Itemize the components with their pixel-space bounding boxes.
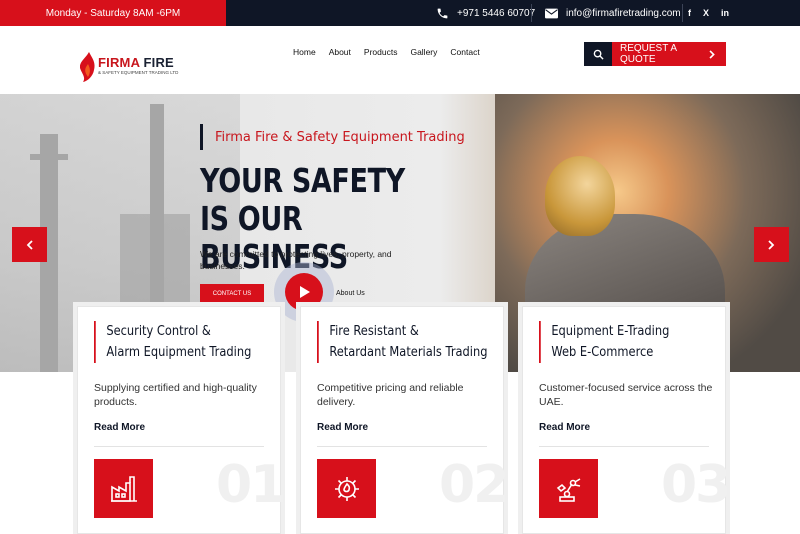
hard-hat-image xyxy=(545,156,615,236)
hero-chimney xyxy=(30,154,68,160)
read-more-link[interactable]: Read More xyxy=(539,422,590,433)
hero-title-line-1: YOUR SAFETY IS OUR xyxy=(200,161,405,238)
about-us-video-link[interactable]: About Us xyxy=(336,290,365,297)
nav-products[interactable]: Products xyxy=(364,47,398,57)
service-card-text: Customer-focused service across the UAE. xyxy=(539,382,713,408)
service-number: 02 xyxy=(439,455,509,515)
read-more-link[interactable]: Read More xyxy=(94,422,145,433)
service-card-title-line: Equipment E-Trading xyxy=(551,324,670,339)
divider xyxy=(531,4,532,22)
site-logo[interactable]: FIRMA FIRE & SAFETY EQUIPMENT TRADING LT… xyxy=(80,50,180,84)
opening-hours: Monday - Saturday 8AM -6PM xyxy=(0,0,226,26)
chevron-right-icon xyxy=(768,239,775,250)
phone-contact[interactable]: +971 5446 60707 xyxy=(436,0,535,26)
service-card-text: Supplying certified and high-quality pro… xyxy=(94,382,257,408)
contact-us-button[interactable]: CONTACT US xyxy=(200,284,264,303)
nav-home[interactable]: Home xyxy=(293,47,316,57)
factory-icon xyxy=(110,475,137,502)
service-card: Fire Resistant & Retardant Materials Tra… xyxy=(300,306,509,534)
facebook-icon[interactable]: f xyxy=(688,8,691,18)
read-more-link[interactable]: Read More xyxy=(317,422,368,433)
service-card-title: Fire Resistant & Retardant Materials Tra… xyxy=(317,321,487,363)
slider-prev-button[interactable] xyxy=(12,227,47,262)
service-number: 03 xyxy=(661,455,731,515)
service-card-title-line: Web E-Commerce xyxy=(551,345,654,360)
service-card-title-line: Security Control & xyxy=(106,324,211,339)
phone-icon xyxy=(437,8,448,18)
logo-text: FIRMA FIRE xyxy=(98,55,174,70)
header-actions: REQUEST A QUOTE xyxy=(584,42,726,66)
service-card-text: Competitive pricing and reliable deliver… xyxy=(317,382,464,408)
flame-logo-icon xyxy=(80,52,95,82)
divider xyxy=(94,446,264,447)
request-quote-label: REQUEST A QUOTE xyxy=(620,43,677,65)
email-contact[interactable]: info@firmafiretrading.com xyxy=(545,0,681,26)
nav-about[interactable]: About xyxy=(329,47,351,57)
service-icon-box xyxy=(317,459,376,518)
service-card-title: Equipment E-Trading Web E-Commerce xyxy=(539,321,697,363)
service-card-title-line: Alarm Equipment Trading xyxy=(106,345,252,360)
service-card: Security Control & Alarm Equipment Tradi… xyxy=(77,306,286,534)
request-quote-button[interactable]: REQUEST A QUOTE xyxy=(612,42,726,66)
phone-number: +971 5446 60707 xyxy=(457,7,536,19)
service-card-title: Security Control & Alarm Equipment Tradi… xyxy=(94,321,252,363)
social-links: f X in xyxy=(688,0,729,26)
service-card-title-line: Retardant Materials Trading xyxy=(329,345,488,360)
envelope-icon xyxy=(545,8,558,18)
service-card-title-line: Fire Resistant & xyxy=(329,324,419,339)
service-card: Equipment E-Trading Web E-Commerce Custo… xyxy=(522,306,731,534)
divider xyxy=(317,446,487,447)
play-icon xyxy=(299,286,310,298)
nav-gallery[interactable]: Gallery xyxy=(410,47,437,57)
search-button[interactable] xyxy=(584,42,612,66)
top-bar: Monday - Saturday 8AM -6PM +971 5446 607… xyxy=(0,0,800,26)
logo-text-red: FIRMA xyxy=(98,55,140,70)
chevron-right-icon xyxy=(709,49,716,59)
linkedin-icon[interactable]: in xyxy=(721,8,729,18)
site-header: FIRMA FIRE & SAFETY EQUIPMENT TRADING LT… xyxy=(0,26,800,94)
slider-next-button[interactable] xyxy=(754,227,789,262)
service-icon-box xyxy=(539,459,598,518)
main-nav: Home About Products Gallery Contact xyxy=(293,47,480,57)
chevron-left-icon xyxy=(26,239,33,250)
service-number: 01 xyxy=(216,455,286,515)
divider xyxy=(682,4,683,22)
nav-contact[interactable]: Contact xyxy=(450,47,479,57)
robot-arm-icon xyxy=(556,477,580,502)
gear-flame-icon xyxy=(334,476,359,501)
x-twitter-icon[interactable]: X xyxy=(703,8,709,18)
hero-kicker: Firma Fire & Safety Equipment Trading xyxy=(200,124,465,150)
search-icon xyxy=(593,49,604,60)
logo-text-dark: FIRE xyxy=(143,55,174,70)
divider xyxy=(539,446,709,447)
logo-tagline: & SAFETY EQUIPMENT TRADING LTD xyxy=(98,70,179,75)
email-address: info@firmafiretrading.com xyxy=(566,7,681,19)
service-icon-box xyxy=(94,459,153,518)
